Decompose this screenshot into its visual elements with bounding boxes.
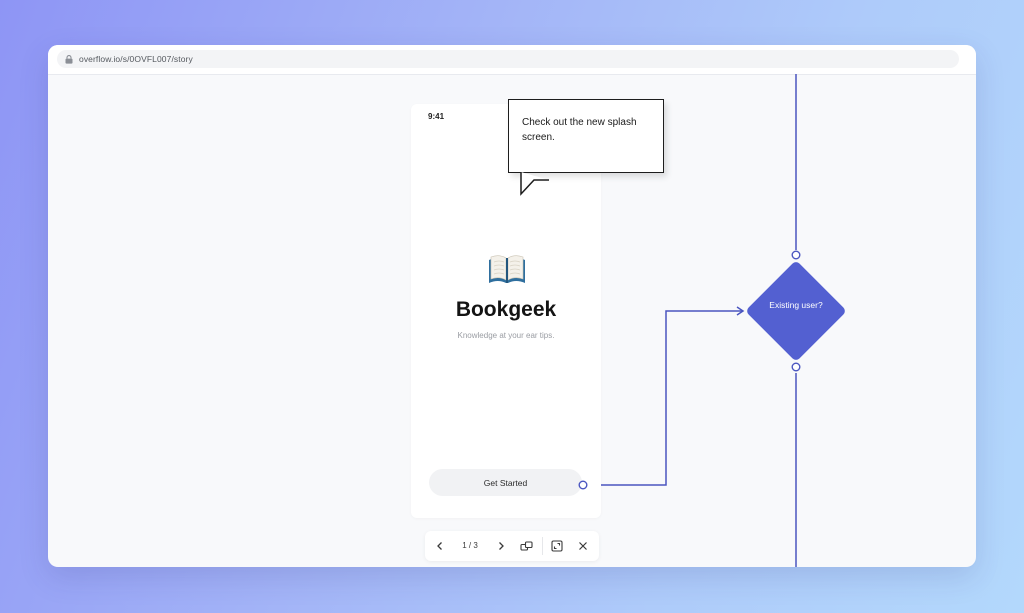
connector-node-top	[791, 250, 801, 260]
app-tagline: Knowledge at your ear tips.	[457, 331, 555, 340]
open-book-icon	[486, 252, 528, 286]
controls-divider	[542, 537, 543, 555]
callout-text: Check out the new splash screen.	[522, 117, 637, 143]
decision-label: Existing user?	[769, 300, 823, 310]
chevron-right-icon[interactable]	[493, 538, 509, 554]
connector-node-bottom	[791, 362, 801, 372]
comment-callout[interactable]: Check out the new splash screen.	[508, 99, 664, 173]
fullscreen-icon[interactable]	[549, 538, 565, 554]
page-indicator: 1 / 3	[462, 541, 478, 550]
url-bar: overflow.io/s/0OVFL007/story	[48, 45, 976, 75]
decision-diamond	[747, 262, 845, 360]
app-title: Bookgeek	[455, 298, 557, 321]
status-time: 9:41	[428, 112, 445, 121]
get-started-button[interactable]: Get Started	[429, 469, 582, 496]
flow-connector	[587, 310, 742, 486]
prototype-canvas: Existing user? 9:41 Bookgeek Knowledge a…	[48, 74, 976, 567]
url-text: overflow.io/s/0OVFL007/story	[79, 54, 193, 64]
address-field[interactable]: overflow.io/s/0OVFL007/story	[57, 50, 959, 68]
chevron-left-icon[interactable]	[432, 538, 448, 554]
story-controls: 1 / 3	[425, 531, 599, 561]
browser-window: overflow.io/s/0OVFL007/story Existing us…	[48, 45, 976, 567]
switch-screens-icon[interactable]	[518, 538, 534, 554]
callout-tail	[520, 171, 550, 196]
lock-icon	[63, 53, 75, 65]
close-icon[interactable]	[575, 538, 591, 554]
